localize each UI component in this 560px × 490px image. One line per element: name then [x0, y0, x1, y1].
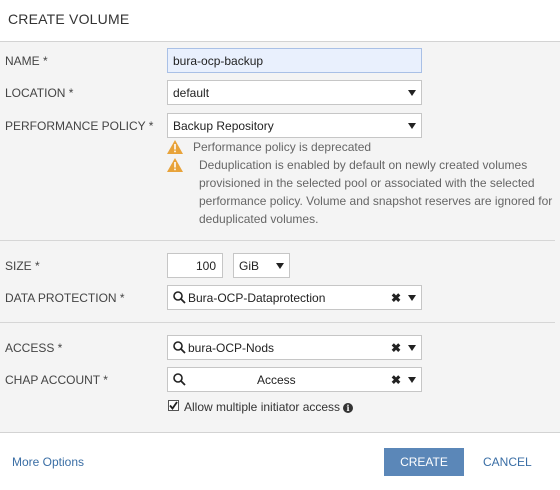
performance-policy-value: Backup Repository — [173, 118, 274, 133]
clear-icon[interactable]: ✖ — [391, 291, 401, 305]
chevron-down-icon — [408, 90, 416, 96]
allow-multiple-checkbox[interactable] — [168, 400, 179, 411]
access-label: ACCESS * — [5, 341, 63, 355]
warning-deprecated-text: Performance policy is deprecated — [193, 140, 372, 154]
clear-icon[interactable]: ✖ — [391, 373, 401, 387]
allow-multiple-label: Allow multiple initiator access — [184, 400, 341, 414]
chap-account-value: Access — [257, 372, 296, 387]
clear-icon[interactable]: ✖ — [391, 341, 401, 355]
name-value: bura-ocp-backup — [173, 53, 264, 68]
create-button[interactable]: CREATE — [384, 448, 464, 476]
size-label: SIZE * — [5, 259, 40, 273]
name-label: NAME * — [5, 54, 48, 68]
access-value: bura-OCP-Nods — [188, 340, 275, 355]
allow-multiple-label-row: Allow multiple initiator access i — [184, 400, 354, 414]
chevron-down-icon — [408, 123, 416, 129]
data-protection-value: Bura-OCP-Dataprotection — [188, 290, 326, 305]
location-label: LOCATION * — [5, 86, 74, 100]
size-unit-select[interactable]: GiB — [233, 253, 290, 278]
size-value: 100 — [195, 258, 216, 273]
info-icon[interactable]: i — [343, 402, 354, 413]
warning-icon — [167, 140, 183, 154]
search-icon — [173, 373, 186, 386]
warning-dedup-line-3: performance policy. Volume and snapshot … — [199, 194, 553, 208]
section-divider — [0, 240, 555, 241]
chap-account-select[interactable]: Access ✖ — [167, 367, 422, 392]
footer-divider — [0, 432, 560, 433]
name-input[interactable]: bura-ocp-backup — [167, 48, 422, 73]
check-icon — [169, 401, 178, 410]
data-protection-select[interactable]: Bura-OCP-Dataprotection ✖ — [167, 285, 422, 310]
warning-icon — [167, 158, 183, 172]
size-unit-value: GiB — [239, 258, 260, 273]
data-protection-label: DATA PROTECTION * — [5, 291, 125, 305]
search-icon — [173, 341, 186, 354]
access-select[interactable]: bura-OCP-Nods ✖ — [167, 335, 422, 360]
chevron-down-icon — [276, 263, 284, 269]
location-select[interactable]: default — [167, 80, 422, 105]
chevron-down-icon — [408, 295, 416, 301]
cancel-button[interactable]: CANCEL — [483, 455, 532, 469]
more-options-link[interactable]: More Options — [12, 455, 84, 469]
performance-policy-select[interactable]: Backup Repository — [167, 113, 422, 138]
chap-account-label: CHAP ACCOUNT * — [5, 373, 108, 387]
chevron-down-icon — [408, 377, 416, 383]
chevron-down-icon — [408, 345, 416, 351]
dialog-title: CREATE VOLUME — [8, 11, 130, 27]
warning-dedup-line-4: deduplicated volumes. — [199, 212, 319, 226]
size-input[interactable]: 100 — [167, 253, 223, 278]
section-divider — [0, 322, 555, 323]
search-icon — [173, 291, 186, 304]
location-value: default — [173, 85, 210, 100]
warning-dedup-line-1: Deduplication is enabled by default on n… — [199, 158, 528, 172]
performance-policy-label: PERFORMANCE POLICY * — [5, 119, 154, 133]
warning-dedup-line-2: provisioned in the selected pool or asso… — [199, 176, 535, 190]
